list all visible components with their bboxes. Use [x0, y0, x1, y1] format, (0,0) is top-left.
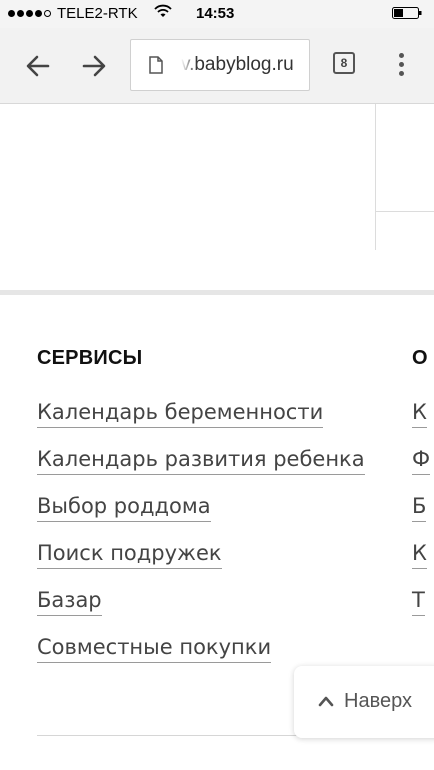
chevron-up-icon — [318, 696, 334, 707]
menu-kebab-icon[interactable] — [396, 53, 406, 77]
services-heading: СЕРВИСЫ — [37, 347, 143, 369]
joint-purchases-link[interactable]: Совместные покупки — [37, 635, 272, 663]
list-item: К — [412, 541, 430, 588]
services-links: Календарь беременности Календарь развити… — [37, 400, 365, 682]
address-bar[interactable]: v.babyblog.ru — [130, 39, 310, 91]
back-to-top-label: Наверх — [344, 690, 412, 712]
list-item: Б — [412, 494, 430, 541]
list-item: Ф — [412, 447, 431, 494]
second-column-link[interactable]: Б — [412, 494, 427, 522]
tab-count-button[interactable]: 8 — [333, 52, 355, 74]
content-border — [375, 104, 376, 250]
find-friends-link[interactable]: Поиск подружек — [37, 541, 222, 569]
second-column-link[interactable]: К — [412, 541, 427, 569]
forward-arrow-icon[interactable] — [80, 52, 108, 80]
maternity-hospital-link[interactable]: Выбор роддома — [37, 494, 211, 522]
browser-toolbar: v.babyblog.ru 8 — [0, 28, 434, 104]
list-item: Календарь развития ребенка — [37, 447, 365, 494]
back-to-top-button[interactable]: Наверх — [294, 666, 434, 738]
list-item: Т — [412, 588, 430, 635]
second-column-heading: О — [412, 347, 428, 369]
back-arrow-icon[interactable] — [24, 52, 52, 80]
signal-strength-icon — [8, 10, 51, 17]
wifi-icon — [154, 4, 172, 17]
child-development-calendar-link[interactable]: Календарь развития ребенка — [37, 447, 365, 475]
page-icon — [149, 56, 163, 74]
carrier-name: TELE2-RTK — [57, 5, 138, 22]
clock: 14:53 — [196, 5, 235, 22]
list-item: Выбор роддома — [37, 494, 365, 541]
list-item: Календарь беременности — [37, 400, 365, 447]
second-column-link[interactable]: К — [412, 400, 427, 428]
content-area — [0, 104, 434, 290]
list-item: Поиск подружек — [37, 541, 365, 588]
content-border — [375, 211, 434, 212]
battery-icon — [392, 7, 422, 19]
url-text: v.babyblog.ru — [181, 54, 294, 75]
second-column-link[interactable]: Ф — [412, 447, 431, 475]
section-divider — [0, 290, 434, 295]
second-column-links: К Ф Б К Т — [412, 400, 431, 635]
url-fade — [181, 40, 197, 90]
pregnancy-calendar-link[interactable]: Календарь беременности — [37, 400, 324, 428]
status-bar: TELE2-RTK 14:53 — [0, 0, 434, 28]
second-column-link[interactable]: Т — [412, 588, 425, 616]
list-item: Базар — [37, 588, 365, 635]
list-item: К — [412, 400, 430, 447]
bazaar-link[interactable]: Базар — [37, 588, 102, 616]
